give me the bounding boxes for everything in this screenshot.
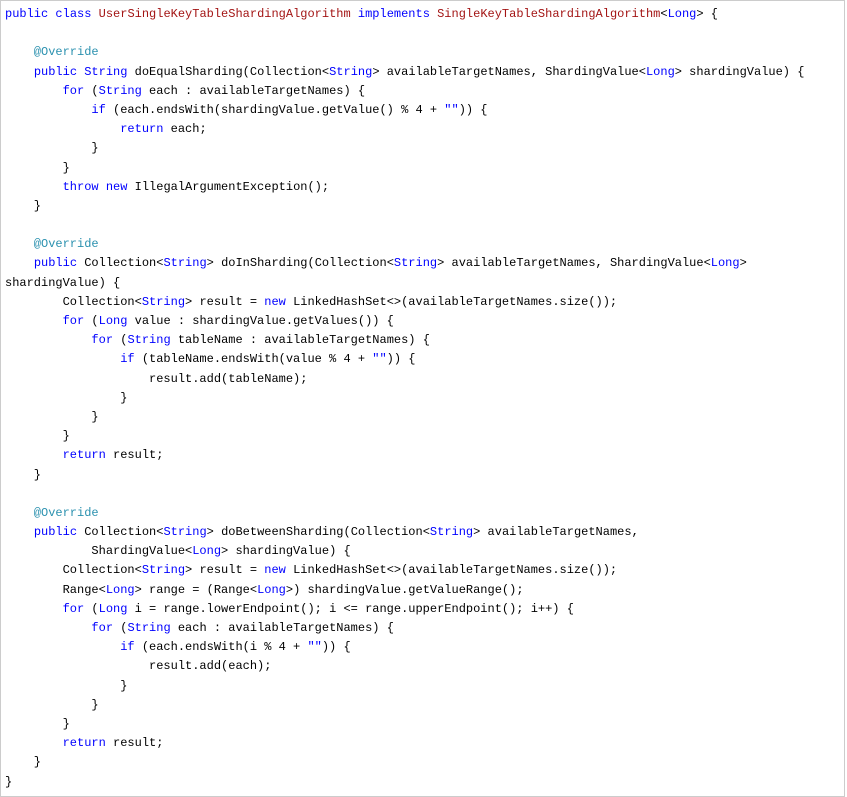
code-line: return result; xyxy=(5,448,163,462)
code-line: result.add(tableName); xyxy=(5,372,307,386)
code-line: } xyxy=(5,468,41,482)
code-line: @Override xyxy=(5,45,99,59)
code-line: } xyxy=(5,755,41,769)
code-line: public Collection<String> doInSharding(C… xyxy=(5,256,754,270)
code-line: } xyxy=(5,391,127,405)
code-line: } xyxy=(5,717,70,731)
code-line: Collection<String> result = new LinkedHa… xyxy=(5,563,617,577)
code-line: if (each.endsWith(i % 4 + "")) { xyxy=(5,640,351,654)
code-line: Collection<String> result = new LinkedHa… xyxy=(5,295,617,309)
code-line: throw new IllegalArgumentException(); xyxy=(5,180,329,194)
code-line: } xyxy=(5,199,41,213)
code-line: } xyxy=(5,410,99,424)
code-line: @Override xyxy=(5,506,99,520)
code-line: public Collection<String> doBetweenShard… xyxy=(5,525,639,539)
code-line: public String doEqualSharding(Collection… xyxy=(5,65,804,79)
code-line: public class UserSingleKeyTableShardingA… xyxy=(5,7,718,21)
code-line: } xyxy=(5,679,127,693)
code-line: return result; xyxy=(5,736,163,750)
code-line: } xyxy=(5,141,99,155)
code-line: result.add(each); xyxy=(5,659,271,673)
code-line: ShardingValue<Long> shardingValue) { xyxy=(5,544,351,558)
code-line: shardingValue) { xyxy=(5,276,120,290)
code-line: } xyxy=(5,775,12,789)
code-line: } xyxy=(5,429,70,443)
code-line: if (each.endsWith(shardingValue.getValue… xyxy=(5,103,488,117)
code-line: for (String each : availableTargetNames)… xyxy=(5,84,365,98)
code-line: } xyxy=(5,698,99,712)
code-line: for (String tableName : availableTargetN… xyxy=(5,333,430,347)
code-line: Range<Long> range = (Range<Long>) shardi… xyxy=(5,583,524,597)
code-line: for (Long value : shardingValue.getValue… xyxy=(5,314,394,328)
code-line: } xyxy=(5,161,70,175)
code-line: @Override xyxy=(5,237,99,251)
code-block: public class UserSingleKeyTableShardingA… xyxy=(0,0,845,797)
code-line: for (String each : availableTargetNames)… xyxy=(5,621,394,635)
code-line: for (Long i = range.lowerEndpoint(); i <… xyxy=(5,602,574,616)
code-line: return each; xyxy=(5,122,207,136)
code-line: if (tableName.endsWith(value % 4 + "")) … xyxy=(5,352,415,366)
